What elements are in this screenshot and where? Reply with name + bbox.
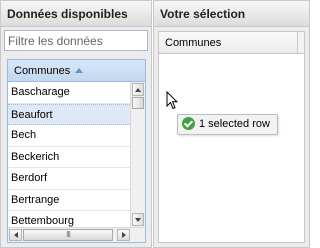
list-item[interactable]: Beckerich — [8, 147, 130, 168]
drag-status-text: 1 selected row — [199, 118, 270, 130]
scroll-left-button[interactable] — [9, 229, 22, 241]
selection-column-header[interactable]: Communes — [159, 32, 304, 54]
drag-status-tooltip: 1 selected row — [177, 114, 278, 135]
column-resize-handle[interactable] — [297, 32, 304, 53]
horizontal-scrollbar[interactable]: III — [8, 227, 145, 242]
available-communes-grid: Communes Bascharage Beaufort Bech Becker… — [7, 59, 146, 243]
selection-column-label: Communes — [165, 37, 222, 49]
available-data-panel: Données disponibles Communes Bascharage … — [0, 0, 152, 248]
list-item[interactable]: Bech — [8, 125, 130, 147]
scroll-down-button[interactable] — [132, 213, 144, 226]
arrow-pointer-icon — [166, 91, 178, 110]
list-item[interactable]: Bettembourg — [8, 211, 130, 227]
selection-title: Votre sélection — [154, 1, 309, 27]
list-item[interactable]: Berdorf — [8, 168, 130, 190]
sort-ascending-icon — [75, 68, 84, 73]
horizontal-scroll-thumb[interactable]: III — [23, 229, 113, 241]
selected-communes-grid[interactable]: Communes — [158, 31, 305, 243]
list-item[interactable]: Bertrange — [8, 190, 130, 211]
vertical-scroll-thumb[interactable] — [132, 97, 144, 109]
arrow-right-icon — [122, 232, 126, 238]
filter-input[interactable] — [4, 30, 148, 51]
arrow-down-icon — [135, 218, 141, 222]
check-circle-icon — [182, 117, 195, 130]
arrow-left-icon — [14, 232, 18, 238]
communes-list: Bascharage Beaufort Bech Beckerich Berdo… — [8, 82, 130, 227]
arrow-up-icon — [135, 88, 141, 92]
available-data-title: Données disponibles — [1, 1, 151, 27]
communes-column-header[interactable]: Communes — [8, 60, 145, 82]
list-item[interactable]: Bascharage — [8, 82, 130, 104]
scroll-up-button[interactable] — [132, 83, 144, 96]
list-item-selected[interactable]: Beaufort — [8, 103, 130, 125]
communes-column-label: Communes — [14, 65, 71, 77]
vertical-scrollbar[interactable] — [130, 82, 145, 227]
scroll-right-button[interactable] — [117, 229, 130, 241]
